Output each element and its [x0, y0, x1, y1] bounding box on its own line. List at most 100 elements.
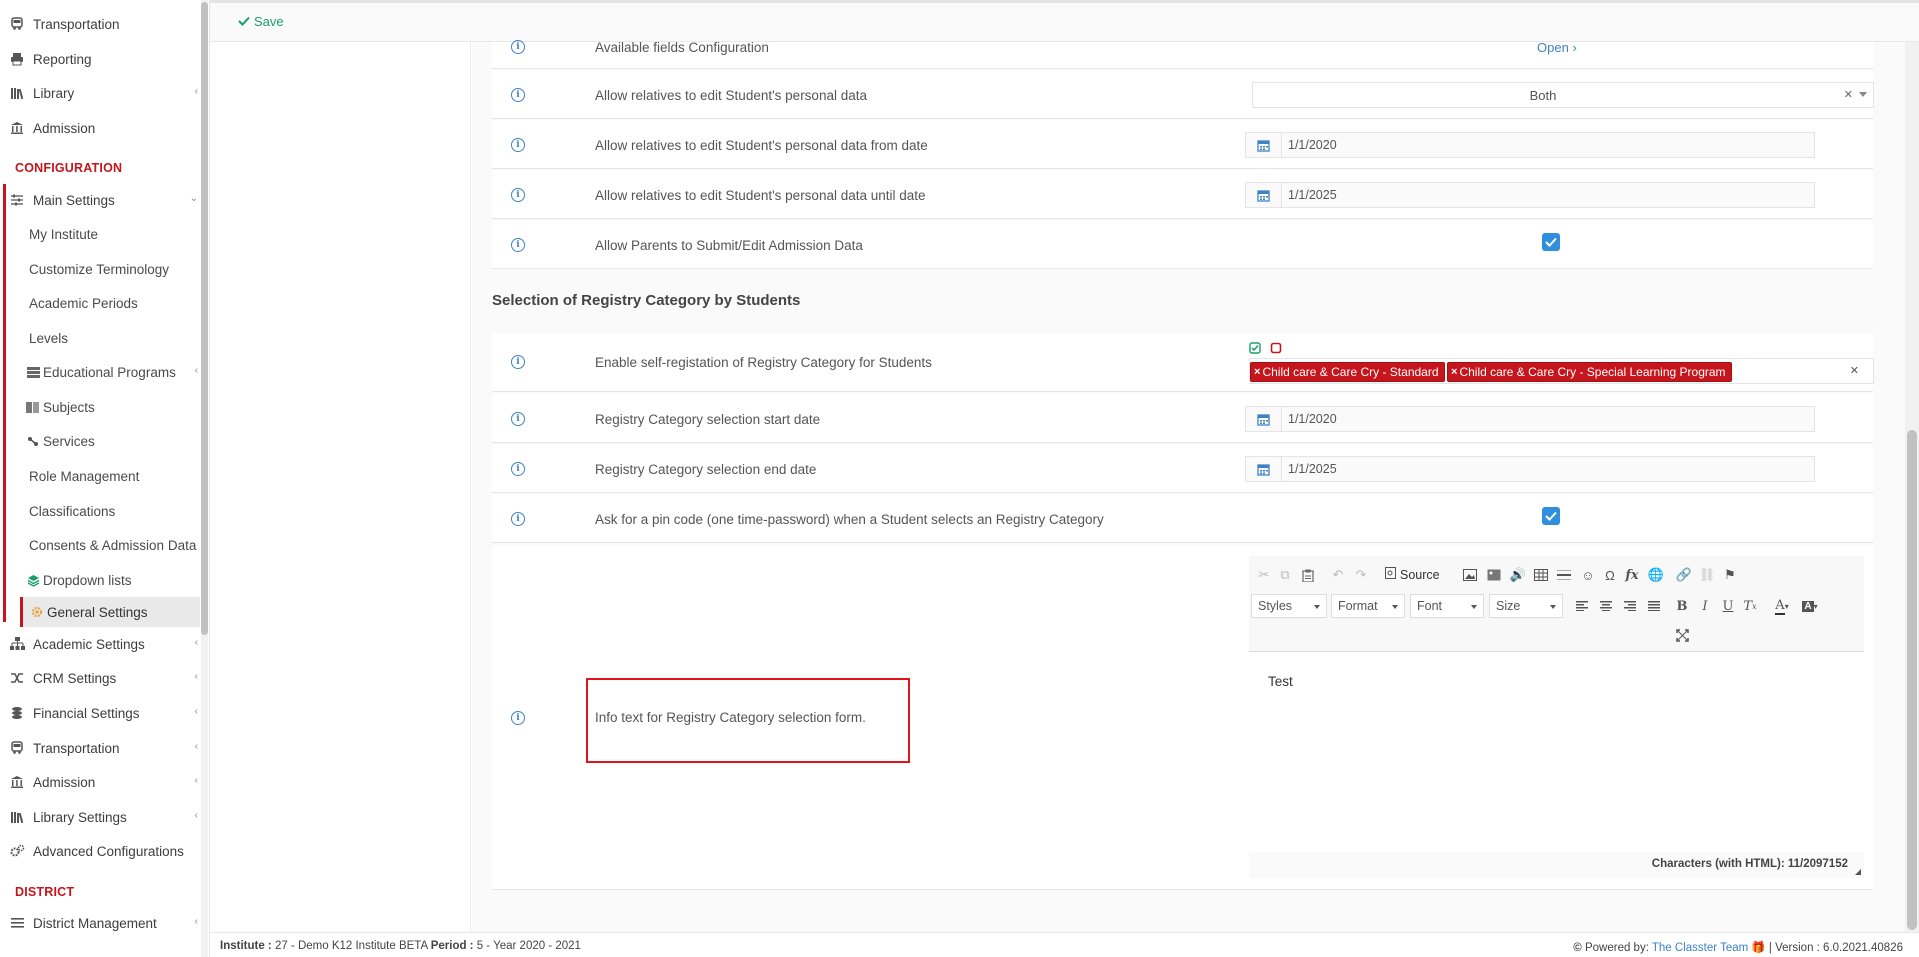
info-icon[interactable]: i	[511, 238, 525, 252]
sidebar-item-role-management[interactable]: Role Management	[20, 461, 200, 491]
sidebar-item-label: Reporting	[33, 51, 92, 67]
calendar-icon[interactable]	[1246, 457, 1282, 481]
copy-icon[interactable]: ⧉	[1276, 566, 1294, 584]
allow-edit-from-date[interactable]: 1/1/2020	[1245, 132, 1815, 158]
caret-down-icon	[1550, 605, 1556, 609]
allow-edit-until-date[interactable]: 1/1/2025	[1245, 182, 1815, 208]
info-icon[interactable]: i	[511, 462, 525, 476]
redo-icon[interactable]: ↷	[1352, 566, 1370, 584]
sidebar-item-subjects[interactable]: Subjects	[20, 392, 200, 422]
rich-text-editor[interactable]: ✂ ⧉ ↶ ↷ Source 🔊 ☺ Ω fx 🌐 🔗 ⛓ ⚑ Styles F…	[1249, 556, 1864, 878]
sidebar-item-customize-terminology[interactable]: Customize Terminology	[20, 254, 200, 284]
sidebar-item-my-institute[interactable]: My Institute	[20, 219, 200, 249]
clear-format-icon[interactable]: Tx	[1741, 597, 1759, 615]
sidebar-item-library-settings[interactable]: Library Settings ‹	[0, 802, 200, 832]
deselect-all-icon[interactable]	[1270, 342, 1282, 354]
powered-link[interactable]: The Classter Team	[1652, 942, 1748, 954]
registry-end-date[interactable]: 1/1/2025	[1245, 456, 1815, 482]
main-scrollbar-thumb[interactable]	[1907, 430, 1917, 930]
sidebar-item-levels[interactable]: Levels	[20, 323, 200, 353]
info-icon[interactable]: i	[511, 188, 525, 202]
resize-handle-icon[interactable]	[1855, 869, 1861, 875]
sidebar-item-reporting[interactable]: Reporting	[0, 44, 200, 74]
info-icon[interactable]: i	[511, 88, 525, 102]
sidebar-item-admission[interactable]: Admission	[0, 113, 200, 143]
styles-dropdown[interactable]: Styles	[1251, 594, 1327, 618]
sidebar-item-advanced-configurations[interactable]: Advanced Configurations	[0, 836, 200, 866]
underline-icon[interactable]: U	[1719, 597, 1737, 615]
sidebar-item-services[interactable]: Services	[20, 426, 200, 456]
undo-icon[interactable]: ↶	[1329, 566, 1347, 584]
text-color-icon[interactable]: A ▾	[1773, 597, 1791, 615]
horizontal-rule-icon[interactable]	[1555, 566, 1573, 584]
align-center-icon[interactable]	[1597, 597, 1615, 615]
paste-icon[interactable]	[1299, 566, 1317, 584]
calendar-icon[interactable]	[1246, 183, 1282, 207]
size-dropdown[interactable]: Size	[1489, 594, 1563, 618]
remove-tag-icon[interactable]: ×	[1254, 366, 1260, 378]
sidebar-item-library[interactable]: Library ‹	[0, 78, 200, 108]
image-alt-icon[interactable]	[1485, 566, 1503, 584]
image-icon[interactable]	[1461, 566, 1479, 584]
editor-content[interactable]: Test	[1268, 674, 1293, 689]
align-right-icon[interactable]	[1621, 597, 1639, 615]
unlink-icon[interactable]: ⛓	[1698, 566, 1716, 584]
info-icon[interactable]: i	[511, 355, 525, 369]
sidebar-item-transportation[interactable]: Transportation	[0, 9, 200, 39]
sidebar-item-main-settings[interactable]: Main Settings ⌄	[0, 185, 200, 215]
sidebar-item-district-management[interactable]: District Management ‹	[0, 908, 200, 938]
sidebar-item-label: Services	[43, 433, 95, 449]
source-icon	[1385, 567, 1396, 582]
registry-start-date[interactable]: 1/1/2020	[1245, 406, 1815, 432]
justify-icon[interactable]	[1645, 597, 1663, 615]
sidebar-item-academic-settings[interactable]: Academic Settings ‹	[0, 629, 200, 659]
source-button[interactable]: Source	[1385, 567, 1440, 582]
sidebar-item-admission-settings[interactable]: Admission ‹	[0, 767, 200, 797]
pin-code-checkbox[interactable]	[1542, 507, 1560, 525]
calendar-icon[interactable]	[1246, 407, 1282, 431]
calendar-icon[interactable]	[1246, 133, 1282, 157]
sidebar-item-consents-admission-data[interactable]: Consents & Admission Data	[20, 530, 200, 560]
maximize-icon[interactable]	[1673, 626, 1691, 644]
align-left-icon[interactable]	[1573, 597, 1591, 615]
select-all-icon[interactable]	[1249, 342, 1261, 354]
allow-edit-select[interactable]: Both ✕	[1252, 82, 1874, 108]
info-icon[interactable]: i	[511, 512, 525, 526]
cut-icon[interactable]: ✂	[1255, 566, 1273, 584]
tag-chip[interactable]: × Child care & Care Cry - Special Learnin…	[1447, 362, 1732, 382]
sidebar-item-crm-settings[interactable]: CRM Settings ‹	[0, 663, 200, 693]
info-icon[interactable]: i	[511, 138, 525, 152]
tag-chip[interactable]: × Child care & Care Cry - Standard	[1250, 362, 1445, 382]
sidebar-item-academic-periods[interactable]: Academic Periods	[20, 288, 200, 318]
remove-tag-icon[interactable]: ×	[1451, 366, 1457, 378]
allow-parents-checkbox[interactable]	[1542, 233, 1560, 251]
sidebar-item-general-settings[interactable]: General Settings	[20, 597, 200, 627]
table-icon[interactable]	[1532, 566, 1550, 584]
audio-icon[interactable]: 🔊	[1509, 566, 1527, 584]
sidebar-item-classifications[interactable]: Classifications	[20, 496, 200, 526]
caret-down-icon[interactable]	[1859, 92, 1867, 97]
smiley-icon[interactable]: ☺	[1579, 566, 1597, 584]
bold-icon[interactable]: B	[1673, 597, 1691, 615]
sidebar-item-dropdown-lists[interactable]: Dropdown lists	[20, 565, 200, 595]
background-color-icon[interactable]: A ▾	[1801, 597, 1819, 615]
globe-icon[interactable]: 🌐	[1647, 566, 1665, 584]
open-link[interactable]: Open ›	[1537, 40, 1577, 55]
formula-icon[interactable]: fx	[1623, 566, 1641, 584]
info-icon[interactable]: i	[511, 40, 525, 54]
sidebar-item-transportation-settings[interactable]: Transportation ‹	[0, 733, 200, 763]
font-dropdown[interactable]: Font	[1410, 594, 1484, 618]
clear-all-icon[interactable]: ✕	[1850, 364, 1859, 377]
sidebar-item-financial-settings[interactable]: Financial Settings ‹	[0, 698, 200, 728]
clear-icon[interactable]: ✕	[1844, 88, 1853, 101]
anchor-flag-icon[interactable]: ⚑	[1721, 566, 1739, 584]
format-dropdown[interactable]: Format	[1331, 594, 1405, 618]
link-icon[interactable]: 🔗	[1675, 566, 1693, 584]
sidebar-scrollbar-thumb[interactable]	[201, 2, 208, 635]
info-icon[interactable]: i	[511, 711, 525, 725]
italic-icon[interactable]: I	[1696, 597, 1714, 615]
sidebar-item-educational-programs[interactable]: Educational Programs ‹	[20, 357, 200, 387]
special-char-icon[interactable]: Ω	[1601, 566, 1619, 584]
save-button[interactable]: Save	[238, 14, 284, 29]
info-icon[interactable]: i	[511, 412, 525, 426]
